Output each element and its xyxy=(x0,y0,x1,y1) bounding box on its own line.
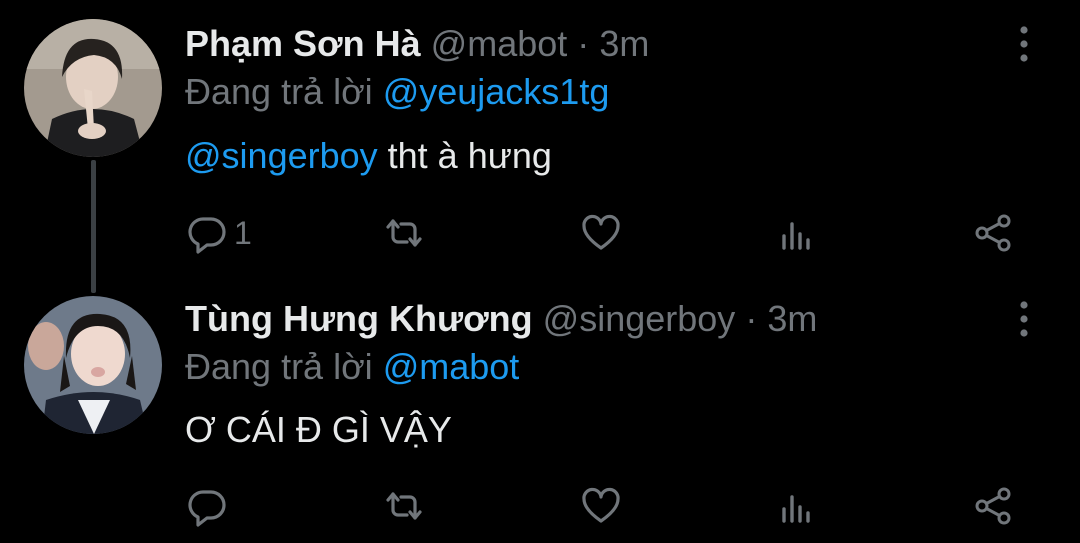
bar-chart-icon xyxy=(782,495,810,523)
display-name[interactable]: Phạm Sơn Hà xyxy=(185,23,421,64)
bar-chart-icon xyxy=(782,222,810,250)
tweet-text: Ơ CÁI Đ GÌ VẬY xyxy=(185,409,452,450)
separator: · xyxy=(577,23,590,64)
like-button[interactable] xyxy=(580,208,622,258)
views-button[interactable] xyxy=(776,481,818,531)
more-options-icon[interactable] xyxy=(1013,299,1035,339)
heart-icon xyxy=(582,487,620,523)
avatar[interactable] xyxy=(24,296,162,434)
reply-count: 1 xyxy=(234,214,252,251)
more-options-icon[interactable] xyxy=(1013,24,1035,64)
action-bar: 1 xyxy=(0,208,1080,258)
replying-to-mention[interactable]: @mabot xyxy=(383,346,520,387)
tweet-text: @singerboy tht à hưng xyxy=(185,133,552,179)
retweet-icon xyxy=(386,492,422,520)
reply-icon xyxy=(188,217,226,254)
tweet-1[interactable]: Phạm Sơn Hà @mabot · 3m Đang trả lời @ye… xyxy=(0,0,1080,293)
replying-to: Đang trả lời @mabot xyxy=(185,345,519,389)
share-icon xyxy=(975,487,1011,525)
share-button[interactable] xyxy=(972,481,1014,531)
replying-to: Đang trả lời @yeujacks1tg xyxy=(185,70,609,114)
action-bar xyxy=(0,481,1080,531)
text-body: tht à hưng xyxy=(377,135,552,176)
avatar[interactable] xyxy=(24,19,162,157)
handle[interactable]: @mabot xyxy=(431,23,568,64)
tweet-header: Tùng Hưng Khương @singerboy · 3m xyxy=(185,297,817,341)
avatar-photo xyxy=(24,296,162,434)
retweet-button[interactable] xyxy=(383,481,425,531)
like-button[interactable] xyxy=(580,481,622,531)
replying-to-mention[interactable]: @yeujacks1tg xyxy=(383,71,610,112)
reply-button[interactable] xyxy=(186,481,234,531)
timestamp[interactable]: 3m xyxy=(599,23,649,64)
handle[interactable]: @singerboy xyxy=(543,298,736,339)
timestamp[interactable]: 3m xyxy=(767,298,817,339)
separator: · xyxy=(745,298,758,339)
avatar-photo xyxy=(24,19,162,157)
tweet-2[interactable]: Tùng Hưng Khương @singerboy · 3m Đang tr… xyxy=(0,278,1080,543)
tweet-header: Phạm Sơn Hà @mabot · 3m xyxy=(185,22,649,66)
retweet-icon xyxy=(386,219,422,247)
views-button[interactable] xyxy=(776,208,818,258)
reply-button[interactable]: 1 xyxy=(186,208,252,258)
replying-to-label: Đang trả lời xyxy=(185,71,373,112)
retweet-button[interactable] xyxy=(383,208,425,258)
display-name[interactable]: Tùng Hưng Khương xyxy=(185,298,533,339)
heart-icon xyxy=(582,214,620,250)
share-icon xyxy=(975,214,1011,252)
text-mention[interactable]: @singerboy xyxy=(185,135,378,176)
share-button[interactable] xyxy=(972,208,1014,258)
reply-icon xyxy=(188,490,226,527)
replying-to-label: Đang trả lời xyxy=(185,346,373,387)
